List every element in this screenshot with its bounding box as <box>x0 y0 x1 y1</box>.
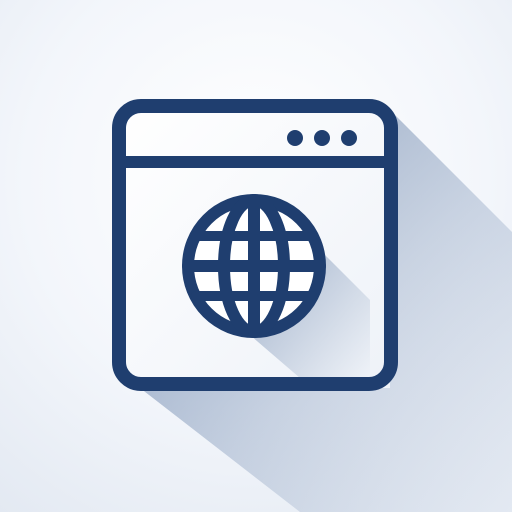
window-dot-icon <box>341 130 357 146</box>
globe-icon <box>182 194 326 338</box>
window-dot-icon <box>287 130 303 146</box>
icon-canvas <box>0 0 512 512</box>
window-dot-icon <box>314 130 330 146</box>
browser-window-icon <box>112 99 512 512</box>
